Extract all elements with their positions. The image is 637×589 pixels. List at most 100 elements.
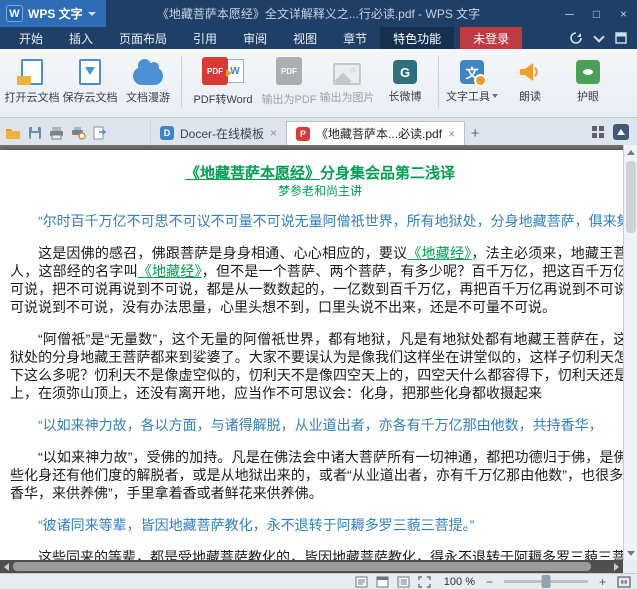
tab-review[interactable]: 审阅 <box>230 27 280 49</box>
button-label: PDF转Word <box>193 94 253 106</box>
maximize-button[interactable]: □ <box>583 4 610 24</box>
pdf-to-word-button[interactable]: W PDF PDF转Word <box>187 52 259 112</box>
horizontal-scroll-thumb[interactable] <box>13 562 591 571</box>
sync-icon[interactable] <box>569 31 583 45</box>
long-weibo-button[interactable]: G 长微博 <box>377 52 433 112</box>
page-view-icon[interactable] <box>355 576 368 588</box>
titlebar: W WPS 文字 《地藏菩萨本愿经》全文详解释义之...行必读.pdf - WP… <box>0 0 637 27</box>
zoom-slider[interactable] <box>504 575 588 588</box>
pdf-file-icon: P <box>296 126 311 141</box>
pdf-badge-glyph: PDF <box>202 57 228 85</box>
arrow-icon <box>226 69 232 77</box>
text-tool-icon: 文 <box>460 60 487 87</box>
app-menu-button[interactable]: W WPS 文字 <box>0 0 106 27</box>
docer-icon: D <box>160 126 174 140</box>
print-icon[interactable] <box>49 126 64 140</box>
skin-icon[interactable] <box>615 32 627 44</box>
doc-tab-label: Docer-在线模板 <box>180 126 265 141</box>
button-label: 朗读 <box>519 91 541 103</box>
inline-link[interactable]: 《地藏经》 <box>138 263 202 279</box>
doc-tab-docer[interactable]: D Docer-在线模板 × <box>150 121 286 145</box>
button-label: 护眼 <box>577 91 599 103</box>
doc-tab-label: 《地藏菩萨本...必读.pdf <box>316 127 443 141</box>
button-label: 打开云文档 <box>4 92 60 104</box>
tab-bar-right <box>591 124 637 145</box>
commentary-paragraph: 这是因佛的感召，佛跟菩萨是身身相通、心心相应的，要议《地藏经》，法主必须来，地藏… <box>10 245 637 315</box>
export-pdf-button[interactable]: PDF 输出为PDF <box>261 52 317 112</box>
zoom-out-button[interactable]: − <box>483 575 496 589</box>
outline-view-icon[interactable] <box>397 576 410 588</box>
dropdown-arrow-icon <box>492 94 498 98</box>
save-cloud-doc-icon <box>79 59 101 85</box>
web-view-icon[interactable] <box>376 576 389 588</box>
pdf-page: 《地藏菩萨本愿经》分身集会品第二浅译 梦参老和尚主讲 “尔时百千万亿不可思不可议… <box>0 150 637 560</box>
tab-home[interactable]: 开始 <box>6 27 56 49</box>
tab-section[interactable]: 章节 <box>330 27 380 49</box>
tab-references[interactable]: 引用 <box>180 27 230 49</box>
pdf-to-word-icon: W PDF <box>202 57 244 87</box>
fit-page-icon[interactable] <box>617 575 631 588</box>
vertical-scrollbar[interactable] <box>623 145 637 560</box>
new-tab-button[interactable]: + <box>465 121 485 145</box>
open-folder-icon[interactable] <box>5 126 21 140</box>
read-aloud-button[interactable]: 朗读 <box>502 52 558 112</box>
minimize-button[interactable]: ─ <box>556 4 583 24</box>
scroll-down-icon[interactable] <box>624 546 637 560</box>
doc-subheading: 梦参老和尚主讲 <box>277 184 362 198</box>
text-tool-button[interactable]: 文 文字工具 <box>444 52 500 112</box>
close-tab-icon[interactable]: × <box>448 127 455 141</box>
eye-protect-button[interactable]: 护眼 <box>560 52 616 112</box>
print-preview-icon[interactable] <box>71 126 86 140</box>
app-name-label: WPS 文字 <box>28 7 83 21</box>
inline-link[interactable]: 《地藏经》 <box>407 245 471 261</box>
close-tab-icon[interactable]: × <box>270 126 277 140</box>
document-viewport: 《地藏菩萨本愿经》分身集会品第二浅译 梦参老和尚主讲 “尔时百千万亿不可思不可议… <box>0 145 637 560</box>
megaphone-icon <box>520 63 538 81</box>
doc-tab-pdf[interactable]: P 《地藏菩萨本...必读.pdf × <box>286 121 466 145</box>
document-tab-bar: D Docer-在线模板 × P 《地藏菩萨本...必读.pdf × + <box>0 118 637 145</box>
tab-page-layout[interactable]: 页面布局 <box>106 27 180 49</box>
close-button[interactable]: × <box>610 4 637 24</box>
fullscreen-icon[interactable] <box>418 575 431 588</box>
doc-roaming-button[interactable]: 文档漫游 <box>120 52 176 112</box>
open-cloud-doc-button[interactable]: 打开云文档 <box>4 52 60 112</box>
save-icon[interactable] <box>28 126 42 140</box>
tab-insert[interactable]: 插入 <box>56 27 106 49</box>
button-label: 文字工具 <box>446 88 498 104</box>
scroll-up-icon[interactable] <box>624 145 637 159</box>
scroll-right-icon[interactable] <box>610 560 623 573</box>
tab-special-features[interactable]: 特色功能 <box>380 27 455 49</box>
login-button[interactable]: 未登录 <box>460 27 523 49</box>
long-weibo-icon: G <box>393 60 417 84</box>
export-pdf-icon: PDF <box>268 57 310 87</box>
chevron-down-icon <box>87 11 96 16</box>
save-cloud-doc-button[interactable]: 保存云文档 <box>62 52 118 112</box>
upgrade-icon[interactable] <box>613 124 629 140</box>
commentary-paragraph: “以如来神力故”，受佛的加持。凡是在佛法会中诸大菩萨所有一切神通，都把功德归于佛… <box>10 449 637 501</box>
export-image-button[interactable]: 输出为图片 <box>319 52 375 112</box>
zoom-in-button[interactable]: + <box>596 575 609 589</box>
sutra-quote-paragraph: “尔时百千万亿不可思不可议不可量不可说无量阿僧祇世界，所有地狱处，分身地藏菩萨，… <box>38 213 637 229</box>
tab-view[interactable]: 视图 <box>280 27 330 49</box>
button-label: 文档漫游 <box>126 92 170 104</box>
tab-list-icon[interactable] <box>591 125 605 139</box>
eye-protect-icon <box>576 60 600 84</box>
status-bar-right: 100 % − + <box>355 575 637 589</box>
export-image-icon <box>333 63 361 85</box>
wps-logo-icon: W <box>6 5 23 22</box>
window-controls: ─ □ × <box>556 4 637 24</box>
ribbon-separator <box>181 56 182 108</box>
vertical-scroll-thumb[interactable] <box>626 161 636 233</box>
ribbon-tab-bar-right <box>569 27 637 49</box>
export-icon[interactable] <box>93 126 106 140</box>
pdf-badge-glyph: PDF <box>276 57 302 85</box>
horizontal-scrollbar[interactable] <box>0 560 637 573</box>
scroll-left-icon[interactable] <box>0 560 13 573</box>
button-label: 长微博 <box>388 91 422 103</box>
zoom-level-label: 100 % <box>443 575 475 588</box>
button-label: 输出为PDF <box>261 94 317 106</box>
zoom-slider-thumb[interactable] <box>541 575 551 588</box>
collapse-ribbon-icon[interactable] <box>593 30 605 43</box>
commentary-paragraph: 这些同来的等辈，都是受地藏菩萨教化的，皆因地藏菩萨教化，得永不退转于阿耨多罗三藐… <box>38 549 637 560</box>
ribbon-tab-bar: 开始 插入 页面布局 引用 审阅 视图 章节 特色功能 未登录 <box>0 27 637 49</box>
